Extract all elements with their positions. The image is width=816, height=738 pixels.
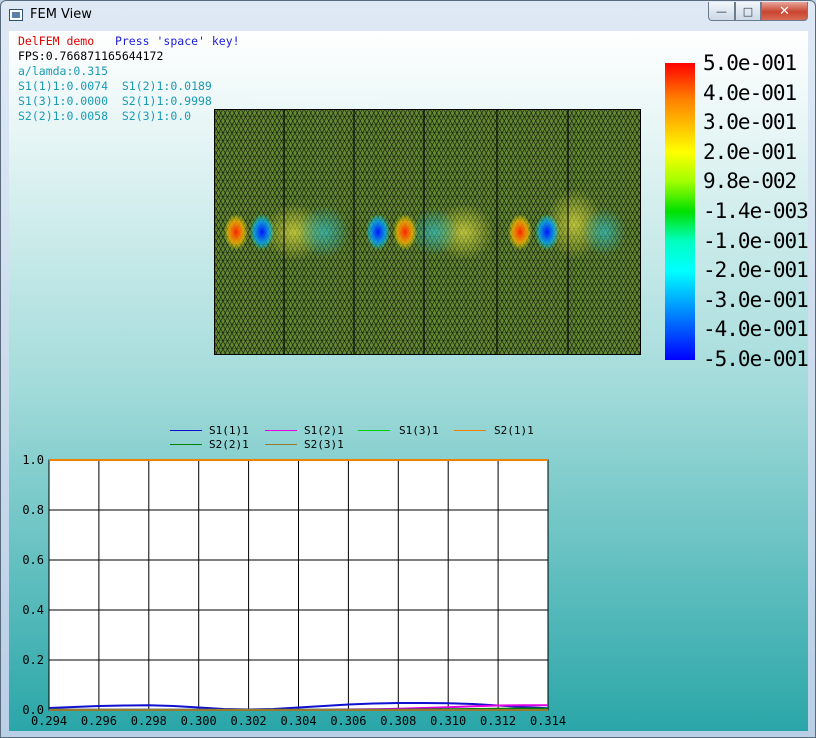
color-scale-label: 4.0e-001 bbox=[703, 80, 797, 105]
window-title: FEM View bbox=[30, 7, 92, 22]
color-scale-label: -2.0e-001 bbox=[703, 258, 808, 283]
ratio-readout: a/lamda:0.315 bbox=[18, 64, 109, 78]
y-tick-label: 0.4 bbox=[22, 603, 44, 617]
maximize-button[interactable]: □ bbox=[735, 2, 761, 21]
y-tick-label: 0.2 bbox=[22, 653, 44, 667]
fem-field-mesh[interactable] bbox=[214, 109, 641, 355]
maximize-icon: □ bbox=[742, 4, 754, 18]
color-scale-label: 5.0e-001 bbox=[703, 51, 797, 75]
y-tick-label: 0.6 bbox=[22, 553, 44, 567]
color-scale-label: 2.0e-001 bbox=[703, 139, 797, 164]
color-scale-label: -1.4e-003 bbox=[703, 199, 808, 223]
y-tick-label: 1.0 bbox=[22, 453, 44, 467]
color-scale-label: -3.0e-001 bbox=[703, 287, 808, 312]
x-tick-label: 0.304 bbox=[280, 714, 316, 728]
demo-name: DelFEM demo bbox=[18, 34, 95, 48]
s-param-line-2: S1(3)1:0.0000 S2(1)1:0.9998 bbox=[18, 94, 212, 108]
x-tick-label: 0.300 bbox=[181, 714, 217, 728]
close-icon: ✕ bbox=[779, 3, 790, 19]
x-tick-label: 0.306 bbox=[330, 714, 366, 728]
x-tick-label: 0.312 bbox=[480, 714, 516, 728]
s-parameter-chart: 0.294 0.296 0.298 0.300 0.302 0.304 0.306 0.308… bbox=[22, 453, 566, 728]
color-scale-label: -5.0e-001 bbox=[703, 347, 808, 371]
s-param-line-3: S2(2)1:0.0058 S2(3)1:0.0 bbox=[18, 109, 192, 123]
x-tick-label: 0.308 bbox=[380, 714, 416, 728]
x-tick-label: 0.298 bbox=[131, 714, 167, 728]
color-scale-label: -1.0e-001 bbox=[703, 228, 808, 253]
y-tick-label: 0.0 bbox=[22, 703, 44, 717]
app-window-icon[interactable] bbox=[9, 9, 23, 21]
x-tick-label: 0.310 bbox=[430, 714, 466, 728]
x-tick-label: 0.314 bbox=[530, 714, 566, 728]
demo-title-line: DelFEM demo Press 'space' key! bbox=[18, 34, 240, 49]
color-scale-label: -4.0e-001 bbox=[703, 317, 808, 342]
minimize-icon: — bbox=[716, 4, 727, 18]
title-bar[interactable]: FEM View — □ ✕ bbox=[1, 1, 815, 31]
color-scale-bar bbox=[665, 63, 695, 360]
close-button[interactable]: ✕ bbox=[761, 2, 808, 21]
gl-viewport[interactable]: DelFEM demo Press 'space' key! FPS:0.766… bbox=[9, 31, 808, 731]
color-scale-label: 3.0e-001 bbox=[703, 110, 797, 135]
x-tick-label: 0.296 bbox=[81, 714, 117, 728]
fem-view-window: FEM View — □ ✕ DelFEM demo Press 'space'… bbox=[0, 0, 816, 738]
minimize-button[interactable]: — bbox=[708, 2, 735, 21]
press-space-hint: Press 'space' key! bbox=[114, 34, 240, 48]
x-tick-label: 0.302 bbox=[231, 714, 267, 728]
color-scale-label: 9.8e-002 bbox=[703, 169, 797, 194]
s-param-line-1: S1(1)1:0.0074 S1(2)1:0.0189 bbox=[18, 79, 212, 93]
fps-readout: FPS:0.766871165644172 bbox=[18, 49, 164, 63]
y-tick-label: 0.8 bbox=[22, 503, 44, 517]
